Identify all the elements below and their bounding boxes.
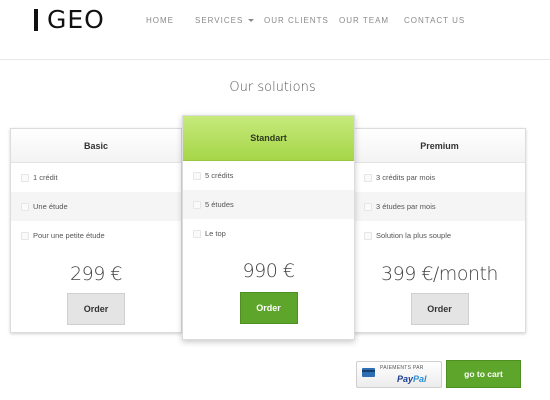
pricing-card-basic: Basic 1 crédit Une étude Pour une petite…	[10, 128, 182, 333]
feature-label: 5 crédits	[205, 171, 234, 180]
nav-contact-us[interactable]: CONTACT US	[404, 15, 465, 27]
bullet-icon	[21, 173, 29, 182]
paypal-logo-pay: Pay	[397, 374, 414, 384]
feature-label: Une étude	[33, 202, 68, 211]
paypal-caption: PAIEMENTS PAR	[380, 365, 424, 371]
bullet-icon	[193, 229, 201, 238]
feature-list: 3 crédits par mois 3 études par mois Sol…	[354, 163, 525, 250]
feature-list: 5 crédits 5 études Le top	[183, 161, 354, 248]
section-title: Our solutions	[229, 80, 316, 95]
feature-item: 3 études par mois	[354, 192, 525, 221]
bullet-icon	[21, 202, 29, 211]
feature-label: Solution la plus souple	[376, 231, 452, 240]
plan-price: 299 €	[70, 263, 122, 285]
caret-down-icon	[248, 19, 255, 23]
feature-label: Pour une petite étude	[33, 231, 105, 240]
feature-label: Le top	[205, 229, 226, 238]
plan-price: 990 €	[242, 260, 295, 282]
bullet-icon	[364, 202, 372, 211]
bullet-icon	[193, 200, 201, 209]
plan-price: 399 €/month	[381, 263, 498, 285]
main-nav: HOME SERVICES OUR CLIENTS OUR TEAM CONTA…	[0, 15, 550, 29]
feature-item: 5 crédits	[183, 161, 354, 190]
nav-our-clients[interactable]: OUR CLIENTS	[264, 15, 329, 27]
pricing-card-standart: Standart 5 crédits 5 études Le top 990 €…	[182, 115, 355, 340]
bullet-icon	[364, 231, 372, 240]
bullet-icon	[193, 171, 201, 180]
feature-item: Pour une petite étude	[11, 221, 181, 250]
order-button-premium[interactable]: Order	[410, 293, 469, 325]
feature-label: 3 études par mois	[376, 202, 436, 211]
feature-item: 5 études	[183, 190, 354, 219]
paypal-logo-pal: Pal	[413, 374, 427, 384]
feature-list: 1 crédit Une étude Pour une petite étude	[11, 163, 181, 250]
bullet-icon	[21, 231, 29, 240]
order-button-basic[interactable]: Order	[67, 293, 125, 325]
plan-name: Premium	[354, 129, 525, 163]
go-to-cart-button[interactable]: go to cart	[446, 360, 521, 388]
feature-label: 3 crédits par mois	[376, 173, 436, 182]
feature-item: 3 crédits par mois	[354, 163, 525, 192]
order-button-standart[interactable]: Order	[239, 292, 298, 324]
feature-item: Le top	[183, 219, 354, 248]
plan-name: Basic	[11, 129, 181, 163]
feature-label: 1 crédit	[33, 173, 58, 182]
nav-services[interactable]: SERVICES	[195, 15, 255, 27]
bullet-icon	[364, 173, 372, 182]
nav-services-label: SERVICES	[195, 16, 244, 25]
nav-our-team[interactable]: OUR TEAM	[339, 15, 389, 27]
credit-card-icon	[362, 368, 375, 377]
nav-home[interactable]: HOME	[146, 15, 174, 27]
feature-item: Solution la plus souple	[354, 221, 525, 250]
feature-item: Une étude	[11, 192, 181, 221]
pricing-card-premium: Premium 3 crédits par mois 3 études par …	[353, 128, 526, 333]
feature-item: 1 crédit	[11, 163, 181, 192]
feature-label: 5 études	[205, 200, 234, 209]
paypal-logo: PayPal	[397, 374, 427, 384]
plan-name: Standart	[183, 116, 354, 161]
site-header: GEO HOME SERVICES OUR CLIENTS OUR TEAM C…	[0, 0, 550, 60]
paypal-button[interactable]: PAIEMENTS PAR PayPal	[356, 361, 442, 388]
